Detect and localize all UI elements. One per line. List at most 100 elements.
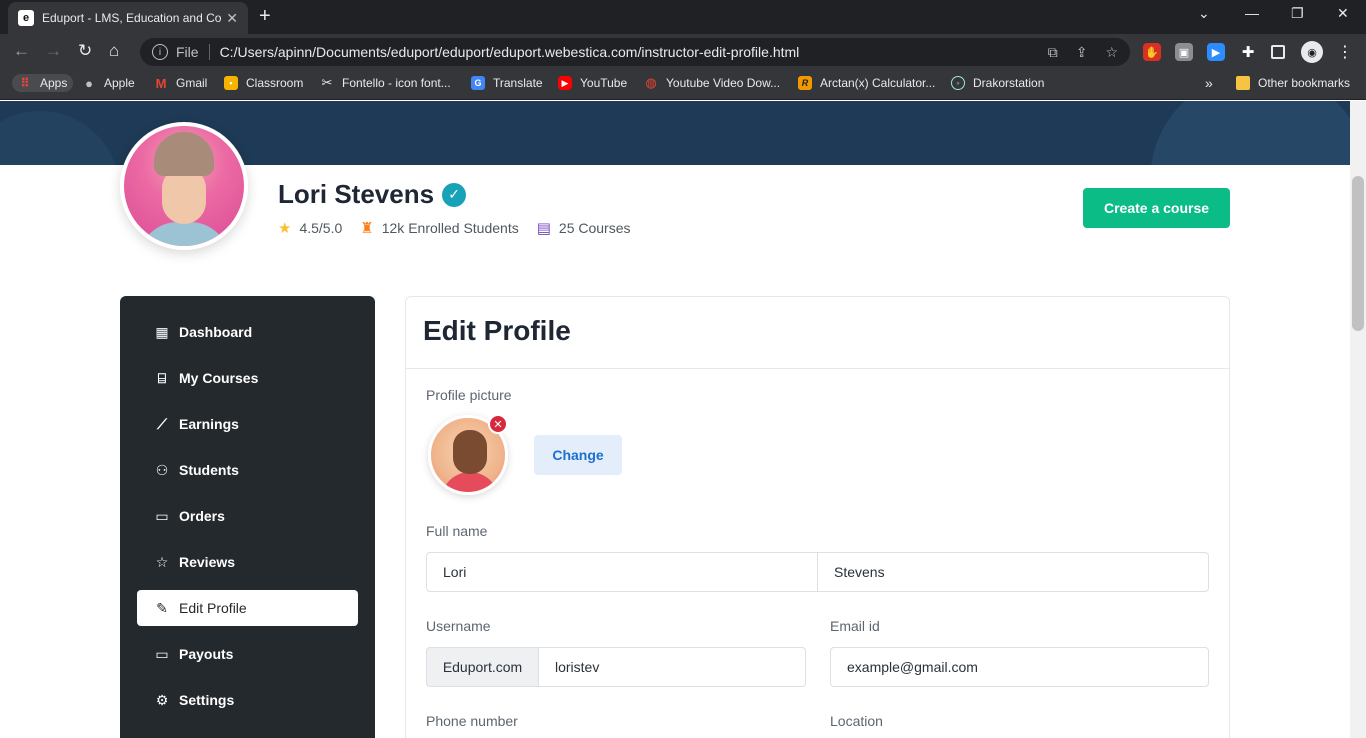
bookmark-label: Apps [40, 76, 68, 90]
create-course-button[interactable]: Create a course [1083, 188, 1230, 228]
side-panel-icon[interactable] [1271, 45, 1285, 59]
last-name-input[interactable]: Stevens [817, 552, 1209, 592]
address-bar[interactable]: i File C:/Users/apinn/Documents/eduport/… [140, 38, 1130, 66]
pencil-square-icon: ✎ [156, 599, 168, 616]
sidebar-item-label: Earnings [179, 416, 239, 432]
bookmark-youtube[interactable]: ▶ YouTube [558, 76, 627, 90]
site-info-icon[interactable]: i [152, 44, 168, 60]
translate-page-icon[interactable]: ⧉ [1048, 44, 1058, 61]
gmail-icon: M [155, 75, 167, 91]
location-label: Location [830, 713, 883, 729]
picture-shirt [441, 472, 499, 492]
apps-grid-icon: ⠿ [20, 76, 30, 90]
bookmark-label: Youtube Video Dow... [666, 76, 781, 90]
sidebar-item-dashboard[interactable]: ▦ Dashboard [137, 314, 358, 350]
graduation-cap-icon: ♜ [360, 220, 374, 237]
zoom-extension-icon[interactable]: ▶ [1207, 43, 1225, 61]
wallet-icon: ▭ [155, 645, 169, 662]
instructor-name-row: Lori Stevens ✓ [278, 179, 467, 210]
change-picture-button[interactable]: Change [534, 435, 622, 475]
phone-label: Phone number [426, 713, 518, 729]
sidebar-item-label: Reviews [179, 554, 236, 570]
sidebar-item-label: Dashboard [179, 324, 253, 340]
browser-menu-icon[interactable]: ⋮ [1336, 43, 1354, 61]
address-separator [208, 44, 210, 60]
email-label: Email id [830, 618, 880, 634]
bookmark-label: YouTube [580, 76, 628, 90]
enrolled-value: 12k Enrolled Students [381, 220, 519, 236]
browser-tab[interactable]: e Eduport - LMS, Education and Co ✕ [8, 2, 248, 34]
home-icon[interactable]: ⌂ [109, 42, 119, 60]
bookmark-translate[interactable]: G Translate [471, 76, 543, 90]
email-input[interactable]: example@gmail.com [830, 647, 1209, 687]
url-scheme-label: File [176, 44, 199, 60]
full-name-label: Full name [426, 523, 488, 539]
sidebar-item-reviews[interactable]: ☆ Reviews [137, 544, 358, 580]
tab-title: Eduport - LMS, Education and Co [42, 11, 222, 25]
scrollbar-thumb[interactable] [1352, 176, 1364, 331]
tab-search-chevron-icon[interactable]: ⌄ [1198, 5, 1210, 22]
bookmark-arctan[interactable]: R Arctan(x) Calculator... [798, 76, 935, 90]
extension-stop-icon[interactable]: ✋ [1143, 43, 1161, 61]
sidebar-item-students[interactable]: ⚇ Students [137, 452, 358, 488]
browser-tab-bar: e Eduport - LMS, Education and Co ✕ + ⌄ … [0, 0, 1366, 34]
tab-close-icon[interactable]: ✕ [226, 10, 238, 27]
verified-check-icon: ✓ [442, 182, 467, 207]
bookmark-label: Gmail [176, 76, 208, 90]
remove-picture-icon[interactable]: ✕ [488, 414, 508, 434]
first-name-input[interactable]: Lori [426, 552, 818, 592]
sidebar-item-earnings[interactable]: ⟋ Earnings [137, 406, 358, 442]
more-bookmarks-button[interactable]: » [1205, 75, 1213, 91]
sidebar-item-my-courses[interactable]: ⌸ My Courses [137, 360, 358, 396]
bookmark-apps[interactable]: ⠿ Apps [12, 74, 74, 92]
sidebar-item-label: Orders [179, 508, 225, 524]
avatar-face [162, 168, 206, 224]
window-close-icon[interactable]: ✕ [1337, 5, 1349, 22]
bookmark-fontello[interactable]: ✂ Fontello - icon font... [320, 75, 451, 90]
bookmark-apple[interactable]: ● Apple [82, 75, 135, 91]
back-arrow-icon[interactable]: ← [13, 42, 30, 60]
page-scrollbar[interactable] [1350, 101, 1366, 738]
sidebar-item-payouts[interactable]: ▭ Payouts [137, 636, 358, 672]
people-icon: ⚇ [155, 461, 169, 478]
bookmark-star-icon[interactable]: ☆ [1105, 44, 1118, 61]
page-title: Edit Profile [423, 315, 571, 346]
browser-toolbar: ← → ↻ ⌂ i File C:/Users/apinn/Documents/… [0, 34, 1366, 70]
page-content: Lori Stevens ✓ ★ 4.5/5.0 ♜ 12k Enrolled … [0, 101, 1350, 738]
username-label: Username [426, 618, 491, 634]
extensions-puzzle-icon[interactable]: ✚ [1239, 43, 1257, 61]
profile-picture-label: Profile picture [426, 387, 512, 403]
forward-arrow-icon[interactable]: → [45, 42, 62, 60]
avatar-shirt [138, 222, 230, 246]
sidebar-item-label: My Courses [179, 370, 259, 386]
reload-icon[interactable]: ↻ [78, 42, 92, 60]
bookmark-classroom[interactable]: ▪ Classroom [224, 76, 303, 90]
sidebar-item-orders[interactable]: ▭ Orders [137, 498, 358, 534]
minimize-icon[interactable]: — [1245, 5, 1259, 21]
share-icon[interactable]: ⇪ [1076, 44, 1088, 61]
other-bookmarks[interactable]: Other bookmarks [1236, 76, 1350, 90]
apple-icon: ● [85, 75, 93, 91]
sidebar-item-label: Students [179, 462, 239, 478]
card-header: Edit Profile [406, 297, 1229, 369]
rating-stat: ★ 4.5/5.0 [278, 219, 342, 237]
restore-icon[interactable]: ❐ [1291, 5, 1304, 22]
bookmark-youtube-downloader[interactable]: ◍ Youtube Video Dow... [644, 75, 781, 90]
sidebar-item-label: Settings [179, 692, 235, 708]
extension-gray-icon[interactable]: ▣ [1175, 43, 1193, 61]
url-text[interactable]: C:/Users/apinn/Documents/eduport/eduport… [220, 44, 800, 60]
username-input[interactable]: loristev [538, 647, 806, 687]
new-tab-icon[interactable]: + [259, 6, 271, 26]
bookmark-label: Apple [104, 76, 135, 90]
sidebar-item-settings[interactable]: ⚙ Settings [137, 682, 358, 718]
bookmark-label: Other bookmarks [1258, 76, 1351, 90]
bookmark-drakorstation[interactable]: ◦ Drakorstation [951, 76, 1044, 90]
instructor-sidebar: ▦ Dashboard ⌸ My Courses ⟋ Earnings ⚇ St… [120, 296, 375, 738]
sidebar-item-edit-profile[interactable]: ✎ Edit Profile [137, 590, 358, 626]
profile-avatar-icon[interactable]: ◉ [1301, 41, 1323, 63]
translate-icon: G [471, 76, 485, 90]
fontello-icon: ✂ [321, 75, 333, 90]
username-prefix: Eduport.com [426, 647, 539, 687]
bookmark-gmail[interactable]: M Gmail [154, 75, 208, 91]
basket-icon: ⌸ [157, 369, 167, 386]
